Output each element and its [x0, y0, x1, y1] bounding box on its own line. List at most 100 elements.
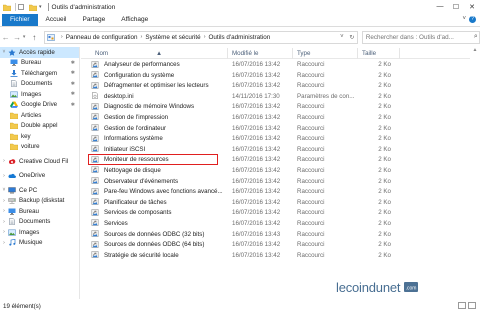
- pin-icon[interactable]: ✱: [71, 91, 75, 97]
- file-name: Nettoyage de disque: [104, 166, 161, 174]
- tab-fichier[interactable]: Fichier: [2, 14, 38, 26]
- file-row[interactable]: Stratégie de sécurité locale 16/07/2016 1…: [81, 250, 470, 261]
- sidebar-item-t-l-chargem[interactable]: Téléchargem ✱: [0, 68, 79, 79]
- pin-icon[interactable]: ✱: [71, 70, 75, 76]
- chevron-right-icon[interactable]: ›: [0, 229, 8, 235]
- sidebar-item-onedrive[interactable]: › OneDrive: [0, 171, 79, 182]
- file-row[interactable]: Sources de données ODBC (32 bits) 16/07/2…: [81, 229, 470, 240]
- chevron-right-icon[interactable]: ›: [0, 208, 8, 214]
- minimize-button[interactable]: —: [432, 0, 448, 13]
- pin-icon[interactable]: ✱: [71, 81, 75, 87]
- back-button[interactable]: ←: [0, 33, 11, 42]
- column-divider[interactable]: [399, 48, 400, 59]
- sidebar-item-bureau[interactable]: Bureau ✱: [0, 58, 79, 69]
- up-button[interactable]: ↑: [29, 33, 40, 42]
- sidebar-item-ce-pc[interactable]: ˅ Ce PC: [0, 185, 79, 196]
- pin-icon[interactable]: ✱: [71, 102, 75, 108]
- address-bar[interactable]: › Panneau de configuration › Système et …: [43, 30, 358, 44]
- tab-accueil[interactable]: Accueil: [38, 14, 75, 26]
- file-row[interactable]: desktop.ini 14/11/2016 17:30 Paramètres de…: [81, 91, 470, 102]
- refresh-icon[interactable]: ↻: [347, 34, 357, 41]
- sidebar-item-creative-cloud-fil[interactable]: › Creative Cloud Fil: [0, 156, 79, 167]
- file-row[interactable]: Sources de données ODBC (64 bits) 16/07/2…: [81, 239, 470, 250]
- customize-toolbar-icon[interactable]: ▾: [39, 4, 42, 10]
- column-divider[interactable]: [227, 48, 228, 59]
- file-row[interactable]: Observateur d'événements 16/07/2016 13:42…: [81, 176, 470, 187]
- sidebar-item-images[interactable]: › Images: [0, 227, 79, 238]
- tab-partage[interactable]: Partage: [74, 14, 113, 26]
- file-row[interactable]: Analyseur de performances 16/07/2016 13:4…: [81, 59, 470, 70]
- forward-button[interactable]: →: [11, 33, 22, 42]
- pin-icon[interactable]: ✱: [71, 60, 75, 66]
- tab-affichage[interactable]: Affichage: [113, 14, 156, 26]
- chevron-right-icon[interactable]: ›: [0, 173, 8, 179]
- chevron-down-icon[interactable]: ˅: [0, 49, 8, 55]
- file-type: Raccourci: [297, 61, 325, 68]
- large-icons-view-icon[interactable]: [468, 302, 476, 309]
- file-row[interactable]: Défragmenter et optimiser les lecteurs 16…: [81, 80, 470, 91]
- chevron-down-icon[interactable]: ˅: [0, 187, 8, 193]
- file-type: Raccourci: [297, 219, 325, 227]
- new-folder-icon[interactable]: [29, 4, 37, 11]
- sidebar-item-documents[interactable]: › Documents: [0, 217, 79, 228]
- shortcut-icon: [91, 177, 99, 184]
- column-size[interactable]: Taille: [362, 50, 376, 57]
- sidebar-item-documents[interactable]: Documents ✱: [0, 79, 79, 90]
- sidebar-item-acc-s-rapide[interactable]: ˅ Accès rapide: [0, 47, 79, 58]
- column-type[interactable]: Type: [297, 50, 310, 57]
- column-date[interactable]: Modifié le: [232, 50, 258, 57]
- close-button[interactable]: ✕: [464, 0, 480, 13]
- sidebar-item-musique[interactable]: › Musique: [0, 238, 79, 249]
- sidebar-item-key[interactable]: key: [0, 131, 79, 142]
- file-size: 2 Ko: [378, 61, 391, 68]
- search-input[interactable]: [365, 33, 474, 41]
- chevron-right-icon[interactable]: ›: [0, 198, 8, 204]
- scroll-up-icon[interactable]: ▲: [470, 47, 480, 55]
- chevron-right-icon[interactable]: ›: [0, 219, 8, 225]
- creative-cloud-icon: [9, 158, 16, 164]
- address-dropdown-icon[interactable]: ˅: [337, 34, 347, 41]
- chevron-right-icon[interactable]: ›: [0, 240, 8, 246]
- file-row[interactable]: Diagnostic de mémoire Windows 16/07/2016 …: [81, 101, 470, 112]
- chevron-right-icon[interactable]: ›: [0, 158, 8, 164]
- file-row[interactable]: Initiateur iSCSI 16/07/2016 13:42 Raccourc…: [81, 144, 470, 155]
- sidebar-item-label: Google Drive: [21, 101, 58, 109]
- search-box[interactable]: ⌕: [361, 30, 480, 44]
- file-row[interactable]: Planificateur de tâches 16/07/2016 13:42 R…: [81, 197, 470, 208]
- file-size: 2 Ko: [378, 103, 391, 111]
- help-icon[interactable]: ?: [469, 16, 476, 23]
- navigation-pane: ˅ Accès rapide Bureau ✱ Téléchargem ✱ Document…: [0, 47, 80, 299]
- file-row[interactable]: Services de composants 16/07/2016 13:42 Ra…: [81, 207, 470, 218]
- column-divider[interactable]: [292, 48, 293, 59]
- search-icon[interactable]: ⌕: [474, 33, 478, 41]
- sidebar-item-double-appel[interactable]: Double appel: [0, 121, 79, 132]
- file-type: Raccourci: [297, 71, 325, 79]
- maximize-button[interactable]: ☐: [448, 0, 464, 13]
- file-list: ▲ Nom Modifié le Type Taille Analyseur d…: [81, 47, 470, 299]
- chevron-down-icon[interactable]: ˅: [462, 16, 466, 22]
- sidebar-item-google-drive[interactable]: Google Drive ✱: [0, 100, 79, 111]
- file-row[interactable]: Configuration du système 16/07/2016 13:42…: [81, 70, 470, 81]
- file-row[interactable]: Informations système 16/07/2016 13:42 Racc…: [81, 133, 470, 144]
- sidebar-item-backup-diskstat[interactable]: › Backup (diskstat: [0, 196, 79, 207]
- vertical-scrollbar[interactable]: ▲: [470, 47, 480, 299]
- breadcrumb-systeme[interactable]: Système et sécurité: [145, 34, 200, 41]
- details-view-icon[interactable]: [458, 302, 466, 309]
- column-name[interactable]: Nom: [95, 50, 108, 57]
- properties-icon[interactable]: [18, 4, 24, 10]
- file-row[interactable]: Gestion de l'impression 16/07/2016 13:42 R…: [81, 112, 470, 123]
- file-name: Sources de données ODBC (64 bits): [104, 241, 205, 249]
- file-row[interactable]: Gestion de l'ordinateur 16/07/2016 13:42 R…: [81, 123, 470, 134]
- shortcut-icon: [91, 113, 99, 121]
- breadcrumb-panneau[interactable]: Panneau de configuration: [66, 34, 138, 41]
- sidebar-item-bureau[interactable]: › Bureau: [0, 206, 79, 217]
- file-row[interactable]: Services 16/07/2016 13:42 Raccourci 2 Ko: [81, 218, 470, 229]
- column-divider[interactable]: [357, 48, 358, 59]
- breadcrumb-outils[interactable]: Outils d'administration: [209, 34, 271, 41]
- file-row[interactable]: Pare-feu Windows avec fonctions avancé..…: [81, 186, 470, 197]
- file-row[interactable]: Moniteur de ressources 16/07/2016 13:42 Ra…: [88, 154, 391, 165]
- sidebar-item-voiture[interactable]: voiture: [0, 142, 79, 153]
- file-row[interactable]: Nettoyage de disque 16/07/2016 13:42 Racco…: [81, 165, 470, 176]
- sidebar-item-articles[interactable]: Articles: [0, 110, 79, 121]
- sidebar-item-images[interactable]: Images ✱: [0, 89, 79, 100]
